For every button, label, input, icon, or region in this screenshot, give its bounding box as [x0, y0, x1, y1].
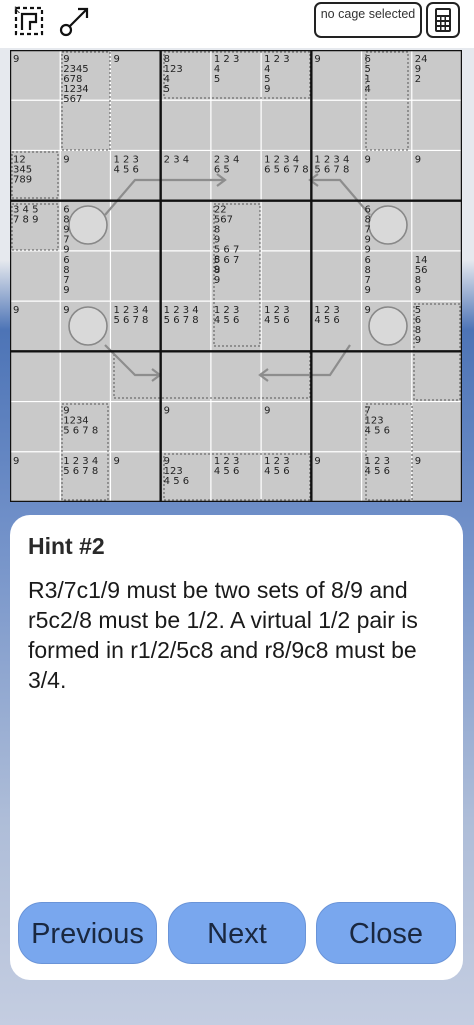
- cage-select-icon[interactable]: K: [12, 4, 46, 38]
- top-toolbar: K no cage selected: [0, 0, 474, 48]
- cell-candidate: 9: [314, 54, 320, 65]
- cell-candidate: 5 6 7 8: [63, 466, 98, 477]
- cell-candidate: 6 5: [214, 164, 230, 175]
- cell-candidate: 567: [63, 94, 82, 105]
- cell-candidate: 9: [365, 305, 371, 316]
- cell-candidate: 5 6 7 8: [63, 426, 98, 437]
- cell-candidate: 9: [13, 54, 19, 65]
- calculator-icon: [435, 8, 451, 32]
- cell-candidate: 9: [113, 54, 119, 65]
- cell-candidate: 5 6 7 8: [113, 315, 148, 326]
- cell-candidate: 9: [13, 456, 19, 467]
- cell-candidate: 9: [164, 406, 170, 417]
- cell-candidate: 4 5 6: [365, 426, 390, 437]
- hint-title: Hint #2: [28, 533, 105, 559]
- cell-candidate: 2 3 4: [164, 154, 189, 165]
- previous-button[interactable]: Previous: [18, 902, 157, 964]
- sudoku-board[interactable]: 9 9 2345 678 1234 567 9 8 123 4 5 1 2 3451 2 345996…: [10, 50, 462, 502]
- cell-candidate: 2: [415, 74, 421, 85]
- cell-candidate: 9: [415, 335, 421, 346]
- link-tool-icon[interactable]: [58, 4, 92, 38]
- cell-candidate: 9: [63, 285, 69, 296]
- cell-candidate: 9: [113, 456, 119, 467]
- cell-candidate: 4 5 6: [214, 315, 239, 326]
- cell-candidate: 9: [314, 456, 320, 467]
- circle-marker: [68, 205, 108, 245]
- cell-candidate: 9: [415, 285, 421, 296]
- cell-candidate: 5: [214, 74, 220, 85]
- circle-marker: [368, 205, 408, 245]
- cell-candidate: 5 6 7 8: [164, 315, 199, 326]
- close-button[interactable]: Close: [316, 902, 456, 964]
- cell-candidate: 4 5 6: [264, 466, 289, 477]
- cell-candidate: 7 8 9: [13, 215, 38, 226]
- cell-candidate: 4: [365, 84, 371, 95]
- cell-candidate: 9: [63, 305, 69, 316]
- board-grid: 9 9234567812345679 8123451 2 3451 2 34599 6…: [10, 50, 462, 502]
- cage-status-box[interactable]: no cage selected: [314, 2, 422, 38]
- cell-candidate: 9: [214, 275, 220, 286]
- cell-candidate: 789: [13, 174, 32, 185]
- cell-candidate: 5 6 7 8: [314, 164, 349, 175]
- cell-candidate: 5: [164, 84, 170, 95]
- circle-marker: [368, 306, 408, 346]
- cell-candidate: 4 5 6: [264, 315, 289, 326]
- cell-candidate: 4 5 6: [214, 466, 239, 477]
- next-button[interactable]: Next: [168, 902, 306, 964]
- cell-candidate: 4 5 6: [164, 476, 189, 487]
- hint-text: R3/7c1/9 must be two sets of 8/9 and r5c…: [28, 577, 418, 693]
- cell-candidate: 9: [365, 154, 371, 165]
- cell-candidate: 4 5 6: [113, 164, 138, 175]
- cell-candidate: 9: [415, 456, 421, 467]
- calculator-button[interactable]: [426, 2, 460, 38]
- cell-candidate: 6 5 6 7 8: [264, 164, 309, 175]
- cell-candidate: 9: [264, 84, 270, 95]
- cell-candidate: 4 5 6: [314, 315, 339, 326]
- cage-status-text: no cage selected: [320, 7, 416, 21]
- cell-candidate: 9: [63, 154, 69, 165]
- cell-candidate: 9: [365, 285, 371, 296]
- cell-candidate: 9: [415, 154, 421, 165]
- cell-candidate: 9: [13, 305, 19, 316]
- circle-marker: [68, 306, 108, 346]
- cell-candidate: 9: [264, 406, 270, 417]
- cell-candidate: 4 5 6: [365, 466, 390, 477]
